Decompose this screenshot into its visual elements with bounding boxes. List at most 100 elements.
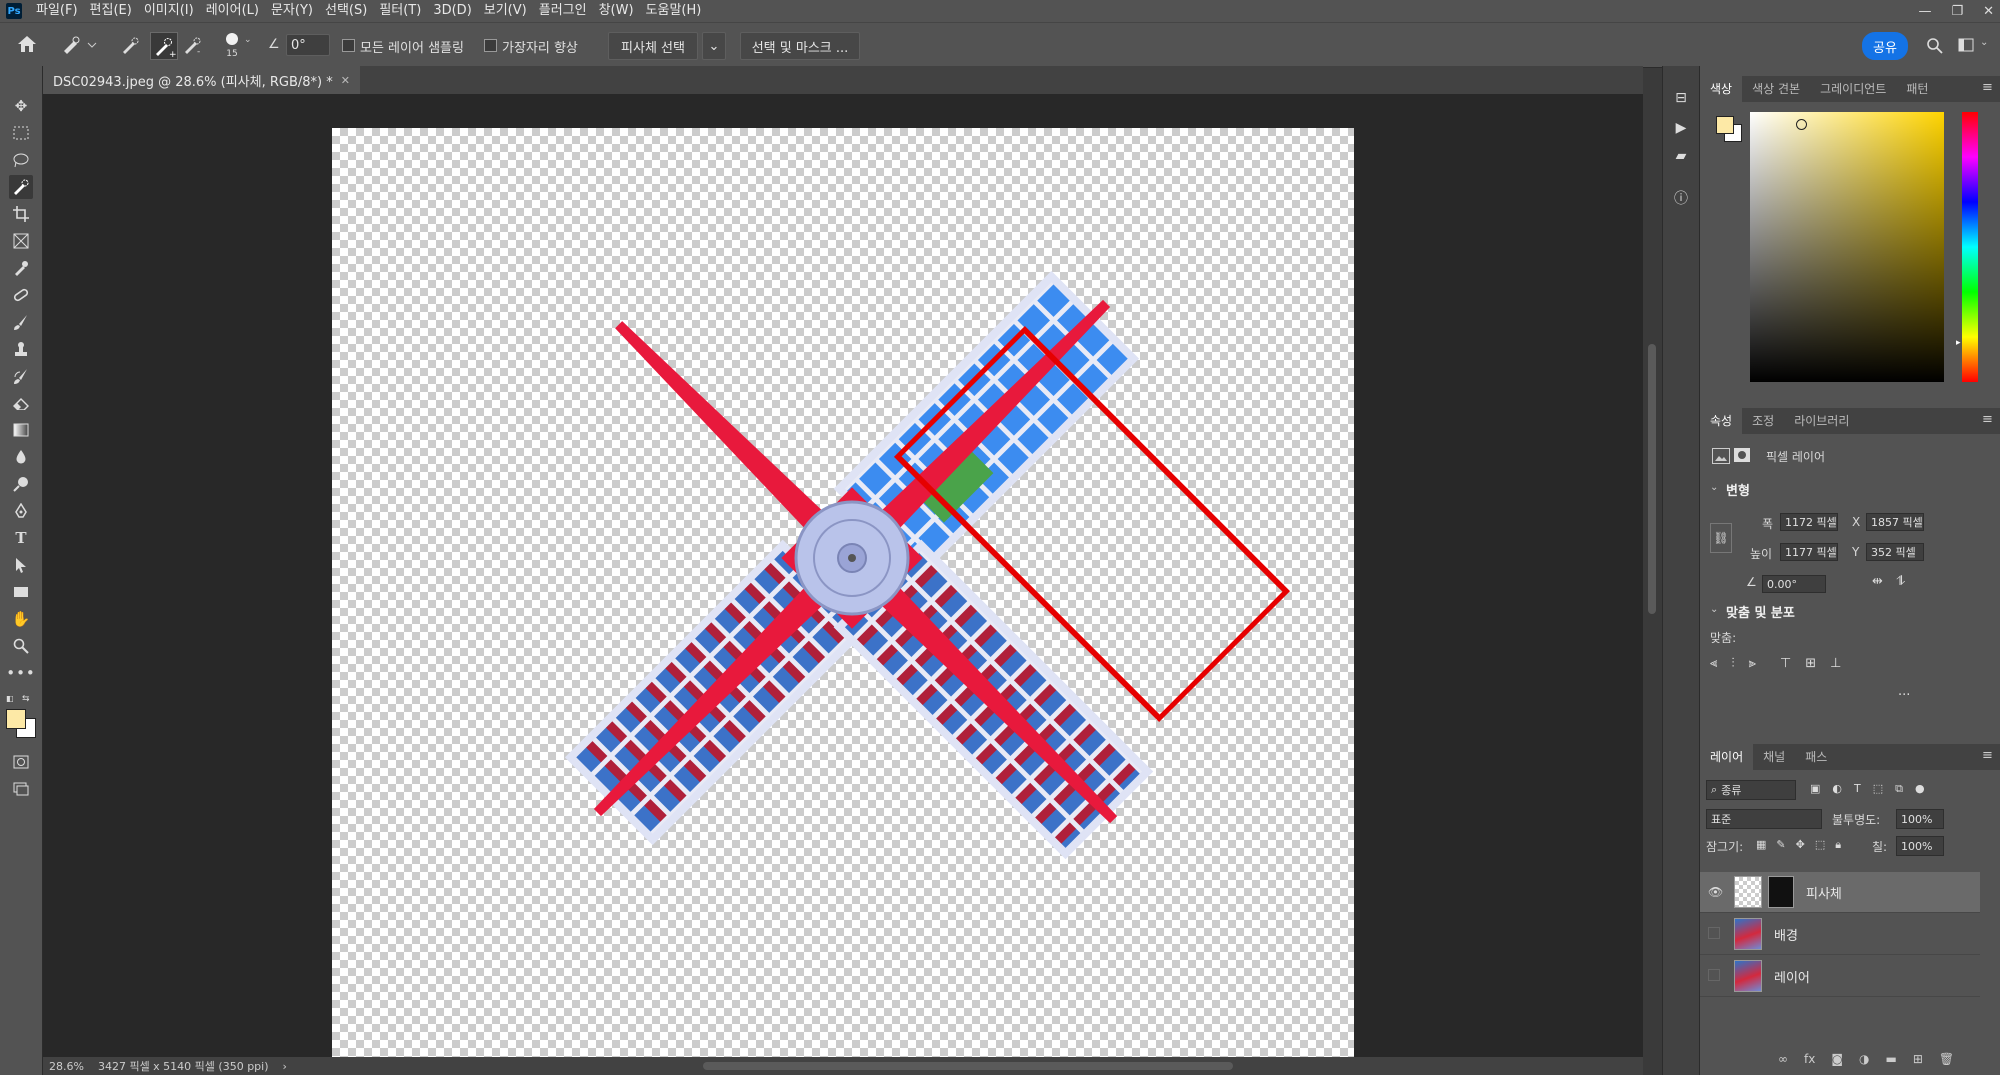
- menu-type[interactable]: 문자(Y): [265, 0, 319, 22]
- chevron-right-icon[interactable]: ›: [283, 1060, 287, 1073]
- hand-tool-icon[interactable]: ✋: [9, 607, 33, 631]
- restore-button[interactable]: ❐: [1951, 4, 1963, 19]
- filter-adjustment-icon[interactable]: ◐: [1832, 782, 1842, 796]
- foreground-color-swatch[interactable]: [6, 709, 26, 729]
- y-field[interactable]: 352 픽셀: [1866, 543, 1924, 561]
- lock-position-icon[interactable]: ✥: [1796, 838, 1805, 852]
- close-tab-icon[interactable]: ✕: [341, 74, 350, 87]
- more-tools-icon[interactable]: •••: [6, 661, 35, 685]
- align-collapse-icon[interactable]: ⌄: [1710, 604, 1718, 615]
- actions-play-icon[interactable]: ▶: [1671, 118, 1691, 138]
- vertical-scrollbar[interactable]: [1643, 94, 1661, 1057]
- default-colors-icon[interactable]: ◧: [6, 694, 18, 704]
- new-group-icon[interactable]: ▬: [1885, 1052, 1896, 1066]
- history-icon[interactable]: ⊟: [1671, 88, 1691, 108]
- menu-image[interactable]: 이미지(I): [138, 0, 200, 22]
- clone-stamp-tool-icon[interactable]: [9, 337, 33, 361]
- select-subject-dropdown[interactable]: ⌄: [702, 32, 726, 60]
- tab-color[interactable]: 색상: [1700, 76, 1743, 102]
- align-middle-icon[interactable]: ⊞: [1805, 656, 1816, 671]
- tool-preset-picker[interactable]: [60, 35, 100, 55]
- delete-layer-icon[interactable]: 🗑︎: [1939, 1052, 1954, 1066]
- lock-pixels-icon[interactable]: ✎: [1776, 838, 1785, 852]
- layer-name[interactable]: 레이어: [1774, 967, 1810, 986]
- menu-select[interactable]: 선택(S): [319, 0, 373, 22]
- history-brush-tool-icon[interactable]: [9, 364, 33, 388]
- color-field[interactable]: [1750, 112, 1944, 382]
- document-canvas[interactable]: [332, 128, 1354, 1057]
- angle-input[interactable]: 0°: [286, 34, 330, 56]
- more-align-options[interactable]: ...: [1898, 684, 1910, 699]
- layer-row-layer[interactable]: 레이어: [1700, 956, 1980, 997]
- add-mask-icon[interactable]: ◙: [1831, 1052, 1843, 1066]
- workspace-icon[interactable]: [1958, 37, 1976, 55]
- eraser-tool-icon[interactable]: [9, 391, 33, 415]
- eyedropper-tool-icon[interactable]: [9, 256, 33, 280]
- layers-menu-icon[interactable]: ≡: [1982, 748, 1993, 763]
- adjustment-layer-icon[interactable]: ◑: [1859, 1052, 1869, 1066]
- menu-view[interactable]: 보기(V): [478, 0, 533, 22]
- fx-icon[interactable]: fx: [1804, 1052, 1815, 1066]
- blur-tool-icon[interactable]: [9, 445, 33, 469]
- foreground-swatch[interactable]: [1716, 116, 1734, 134]
- home-icon[interactable]: [16, 34, 40, 56]
- tab-channels[interactable]: 채널: [1753, 744, 1795, 770]
- new-selection-brush-icon[interactable]: [120, 35, 142, 55]
- tab-libraries[interactable]: 라이브러리: [1784, 408, 1859, 434]
- link-icon[interactable]: ⛓: [1710, 523, 1732, 553]
- search-icon[interactable]: [1926, 37, 1944, 55]
- share-button[interactable]: 공유: [1862, 32, 1908, 60]
- properties-menu-icon[interactable]: ≡: [1982, 412, 1993, 427]
- align-top-icon[interactable]: ⊤: [1780, 656, 1791, 671]
- filter-toggle-icon[interactable]: ●: [1915, 782, 1925, 796]
- lock-artboard-icon[interactable]: ⬚: [1815, 838, 1825, 852]
- add-to-selection-brush-icon[interactable]: +: [150, 32, 178, 60]
- hue-slider[interactable]: ▸: [1956, 112, 1978, 382]
- rectangle-tool-icon[interactable]: [9, 580, 33, 604]
- layer-filter-dropdown[interactable]: ⌕ 종류: [1706, 780, 1796, 800]
- opacity-field[interactable]: 100%: [1896, 809, 1944, 829]
- layer-row-background[interactable]: 배경: [1700, 914, 1980, 955]
- collapse-icon[interactable]: ⌄: [1710, 482, 1718, 493]
- zoom-level[interactable]: 28.6%: [49, 1060, 84, 1073]
- height-field[interactable]: 1177 픽셀: [1780, 543, 1838, 561]
- flip-horizontal-icon[interactable]: ⇹: [1872, 574, 1883, 589]
- align-bottom-icon[interactable]: ⊥: [1830, 656, 1841, 671]
- fill-field[interactable]: 100%: [1896, 836, 1944, 856]
- zoom-tool-icon[interactable]: [9, 634, 33, 658]
- visibility-toggle[interactable]: [1708, 969, 1720, 981]
- align-center-icon[interactable]: ⫶: [1731, 656, 1734, 671]
- menu-window[interactable]: 창(W): [593, 0, 640, 22]
- menu-file[interactable]: 파일(F): [30, 0, 84, 22]
- pen-tool-icon[interactable]: [9, 499, 33, 523]
- menu-3d[interactable]: 3D(D): [427, 0, 477, 22]
- layer-name[interactable]: 피사체: [1806, 883, 1842, 902]
- info-icon[interactable]: ⓘ: [1671, 188, 1691, 208]
- menu-plugins[interactable]: 플러그인: [533, 0, 593, 22]
- panel-menu-icon[interactable]: ≡: [1982, 80, 1993, 95]
- layer-row-subject[interactable]: 👁︎ 피사체: [1700, 872, 1980, 913]
- flip-vertical-icon[interactable]: ⥮: [1896, 574, 1905, 589]
- menu-edit[interactable]: 편집(E): [84, 0, 138, 22]
- width-field[interactable]: 1172 픽셀: [1780, 513, 1838, 531]
- align-right-icon[interactable]: ⫸: [1749, 656, 1756, 671]
- subtract-selection-brush-icon[interactable]: -: [182, 35, 204, 57]
- gradient-tool-icon[interactable]: [9, 418, 33, 442]
- enhance-edge-checkbox[interactable]: [484, 39, 497, 52]
- select-subject-button[interactable]: 피사체 선택: [608, 32, 698, 60]
- lock-all-icon[interactable]: 🔒︎: [1835, 838, 1841, 852]
- swap-colors-icon[interactable]: ⇆: [22, 694, 34, 704]
- blend-mode-dropdown[interactable]: 표준: [1706, 809, 1822, 829]
- quick-selection-tool-icon[interactable]: [9, 175, 33, 199]
- tab-swatches[interactable]: 색상 견본: [1742, 76, 1810, 102]
- tab-paths[interactable]: 패스: [1795, 744, 1837, 770]
- color-picker-cursor[interactable]: [1796, 119, 1807, 130]
- eye-icon[interactable]: 👁︎: [1708, 885, 1723, 899]
- frame-tool-icon[interactable]: [9, 229, 33, 253]
- dodge-tool-icon[interactable]: [9, 472, 33, 496]
- brush-tool-icon[interactable]: [9, 310, 33, 334]
- align-left-icon[interactable]: ⫷: [1710, 656, 1717, 671]
- visibility-toggle[interactable]: [1708, 927, 1720, 939]
- menu-help[interactable]: 도움말(H): [640, 0, 708, 22]
- layer-mask-thumbnail[interactable]: [1768, 876, 1794, 908]
